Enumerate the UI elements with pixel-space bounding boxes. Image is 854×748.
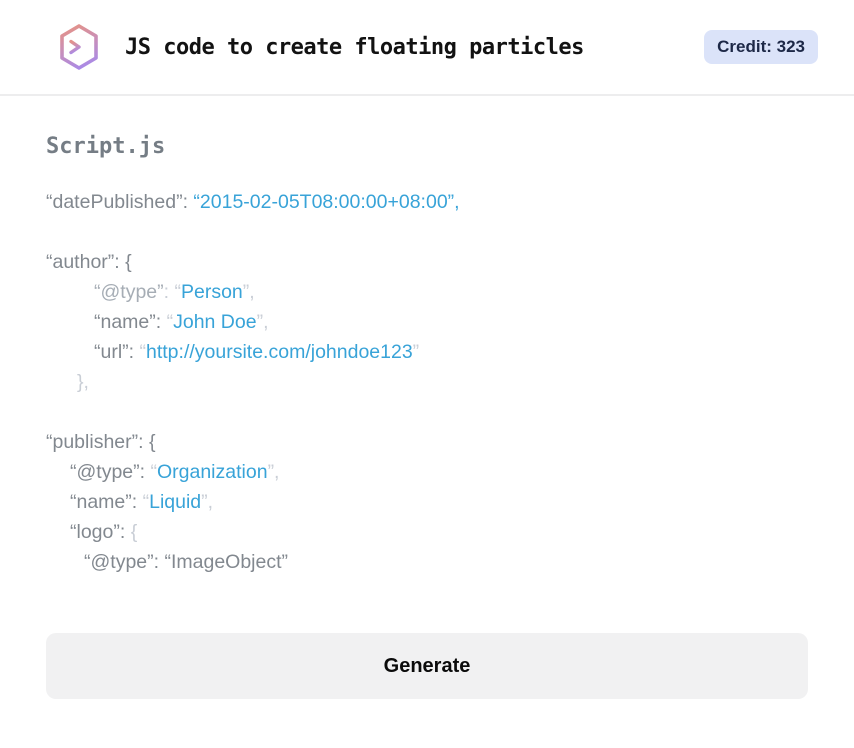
code-token: John Doe bbox=[173, 311, 257, 333]
code-token: ”, bbox=[267, 461, 280, 483]
code-line: “author”: { bbox=[46, 247, 808, 277]
code-token: { bbox=[130, 521, 138, 543]
header: JS code to create floating particles Cre… bbox=[0, 0, 854, 96]
code-token: : bbox=[163, 281, 175, 303]
code-line: “@type”: “Person”, bbox=[46, 277, 808, 307]
code-token: “@type” bbox=[94, 281, 164, 303]
file-name: Script.js bbox=[46, 134, 166, 159]
main-content: Script.js “datePublished”: “2015-02-05T0… bbox=[0, 134, 854, 699]
code-line: “publisher”: { bbox=[46, 427, 808, 457]
code-token: ”, bbox=[201, 491, 214, 513]
code-token: ” bbox=[412, 341, 420, 363]
generate-button[interactable]: Generate bbox=[46, 633, 808, 699]
code-line: “@type”: “Organization”, bbox=[46, 457, 808, 487]
code-token: “2015-02-05T08:00:00+08:00”, bbox=[193, 191, 460, 213]
code-line: “datePublished”: “2015-02-05T08:00:00+08… bbox=[46, 187, 808, 217]
code-token: ”, bbox=[256, 311, 269, 333]
code-token: “author”: { bbox=[46, 251, 132, 273]
terminal-prompt-hexagon-icon bbox=[55, 23, 103, 71]
code-token: “url”: bbox=[94, 341, 140, 363]
code-line: “url”: “http://yoursite.com/johndoe123” bbox=[46, 337, 808, 367]
code-token: ”, bbox=[242, 281, 255, 303]
code-token: Organization bbox=[156, 461, 268, 483]
code-token: “publisher”: { bbox=[46, 431, 156, 453]
code-token: “name”: bbox=[70, 491, 143, 513]
code-line: “@type”: “ImageObject” bbox=[46, 547, 808, 577]
code-token: “@type”: bbox=[70, 461, 151, 483]
code-block: “datePublished”: “2015-02-05T08:00:00+08… bbox=[46, 187, 808, 577]
code-token: http://yoursite.com/johndoe123 bbox=[146, 341, 413, 363]
page-title: JS code to create floating particles bbox=[125, 34, 584, 60]
code-token: “@type”: “ImageObject” bbox=[84, 551, 289, 573]
credit-badge: Credit: 323 bbox=[704, 30, 818, 64]
code-token: Liquid bbox=[149, 491, 202, 513]
code-line: “name”: “John Doe”, bbox=[46, 307, 808, 337]
code-token: “datePublished”: bbox=[46, 191, 194, 213]
code-line: “logo”: { bbox=[46, 517, 808, 547]
code-token: Person bbox=[180, 281, 243, 303]
code-line: }, bbox=[46, 367, 808, 397]
code-line: “name”: “Liquid”, bbox=[46, 487, 808, 517]
code-token: }, bbox=[77, 371, 89, 393]
code-token: “name”: bbox=[94, 311, 167, 333]
code-token: “logo”: bbox=[70, 521, 131, 543]
